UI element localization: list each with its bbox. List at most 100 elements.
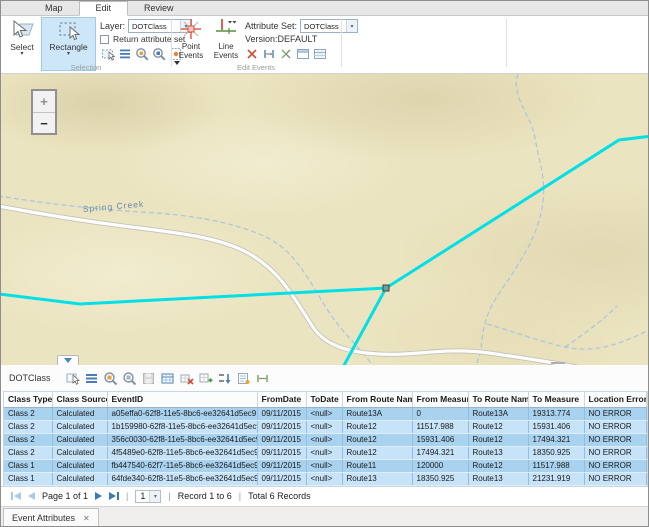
table-cell[interactable]: 09/11/2015 (257, 472, 306, 485)
table-cell[interactable]: Route13 (468, 446, 528, 459)
tab-map[interactable]: Map (29, 1, 79, 15)
first-page-button[interactable] (11, 492, 21, 500)
measure-range-icon[interactable] (262, 47, 276, 61)
reassign-route-icon[interactable] (279, 47, 293, 61)
table-cell[interactable]: Calculated (52, 472, 107, 485)
table-cell[interactable]: Route13 (342, 472, 412, 485)
table-cell[interactable]: 4f5489e0-62f8-11e5-8bc6-ee32641d5ec9 (107, 446, 257, 459)
table-cell[interactable]: Route13 (468, 472, 528, 485)
data-grid-icon[interactable] (160, 371, 175, 386)
table-cell[interactable]: 09/11/2015 (257, 420, 306, 433)
table-cell[interactable]: Route13A (468, 407, 528, 420)
map-canvas[interactable]: Spring Creek + − (1, 74, 648, 365)
table-cell[interactable]: Route12 (342, 433, 412, 446)
table-cell[interactable]: 15931.406 (528, 420, 584, 433)
table-cell[interactable]: 0 (412, 407, 468, 420)
tab-edit[interactable]: Edit (79, 1, 129, 16)
table-cell[interactable]: Route12 (468, 433, 528, 446)
table-cell[interactable]: <null> (306, 459, 342, 472)
close-icon[interactable]: ✕ (83, 514, 90, 523)
table-cell[interactable]: Route11 (342, 459, 412, 472)
table-cell[interactable]: Calculated (52, 420, 107, 433)
event-attributes-tab[interactable]: Event Attributes ✕ (3, 508, 99, 527)
table-cell[interactable]: Route12 (468, 420, 528, 433)
table-cell[interactable]: <null> (306, 433, 342, 446)
table-cell[interactable]: Route12 (342, 446, 412, 459)
column-header-eventid[interactable]: EventID (107, 392, 257, 407)
table-cell[interactable]: 19313.774 (528, 407, 584, 420)
table-cell[interactable]: NO ERROR (584, 459, 647, 472)
zoom-to-selected-icon[interactable] (135, 47, 149, 61)
attribute-set-dropdown-arrow-icon[interactable]: ▾ (346, 20, 357, 32)
table-cell[interactable]: 356c0030-62f8-11e5-8bc6-ee32641d5ec9 (107, 433, 257, 446)
clear-selection-grid-icon[interactable] (179, 371, 194, 386)
column-header-fromdate[interactable]: FromDate (257, 392, 306, 407)
table-cell[interactable]: 1b159980-62f8-11e5-8bc6-ee32641d5ec9 (107, 420, 257, 433)
table-row[interactable]: Class 2Calculated356c0030-62f8-11e5-8bc6… (4, 433, 647, 446)
table-cell[interactable]: 17494.321 (528, 433, 584, 446)
table-cell[interactable]: Route12 (468, 459, 528, 472)
column-header-from-measure[interactable]: From Measure (412, 392, 468, 407)
table-cell[interactable]: NO ERROR (584, 433, 647, 446)
table-cell[interactable]: NO ERROR (584, 407, 647, 420)
table-cell[interactable]: NO ERROR (584, 420, 647, 433)
table-cell[interactable]: Class 2 (4, 420, 52, 433)
table-cell[interactable]: 09/11/2015 (257, 459, 306, 472)
table-row[interactable]: Class 2Calculated1b159980-62f8-11e5-8bc6… (4, 420, 647, 433)
column-header-to-route-name[interactable]: To Route Name (468, 392, 528, 407)
attribute-set-dropdown[interactable]: DOTClass ▾ (300, 19, 358, 33)
table-cell[interactable]: 11517.988 (528, 459, 584, 472)
table-row[interactable]: Class 2Calculateda05effa0-62f8-11e5-8bc6… (4, 407, 647, 420)
table-cell[interactable]: NO ERROR (584, 472, 647, 485)
table-cell[interactable]: Class 2 (4, 433, 52, 446)
attribute-form-icon[interactable] (236, 371, 251, 386)
table-cell[interactable]: 09/11/2015 (257, 407, 306, 420)
column-header-class-type[interactable]: Class Type (4, 392, 52, 407)
table-cell[interactable]: <null> (306, 420, 342, 433)
options-menu-icon[interactable] (84, 371, 99, 386)
table-cell[interactable]: <null> (306, 472, 342, 485)
rectangle-dropdown-caret[interactable]: ▾ (42, 52, 95, 56)
table-row[interactable]: Class 1Calculatedfb447540-62f7-11e5-8bc6… (4, 459, 647, 472)
table-cell[interactable]: Calculated (52, 407, 107, 420)
table-cell[interactable]: Class 1 (4, 472, 52, 485)
table-cell[interactable]: 11517.988 (412, 420, 468, 433)
table-cell[interactable]: 18350.925 (412, 472, 468, 485)
table-cell[interactable]: 17494.321 (412, 446, 468, 459)
table-row[interactable]: Class 1Calculated64fde340-62f8-11e5-8bc6… (4, 472, 647, 485)
selection-options-menu-icon[interactable] (118, 47, 132, 61)
table-cell[interactable]: Calculated (52, 446, 107, 459)
add-record-icon[interactable] (198, 371, 213, 386)
panel-collapse-tab[interactable] (57, 355, 79, 365)
table-cell[interactable]: fb447540-62f7-11e5-8bc6-ee32641d5ec9 (107, 459, 257, 472)
select-dropdown-caret[interactable]: ▾ (5, 52, 39, 56)
previous-page-button[interactable] (28, 492, 35, 500)
route-junction-marker[interactable] (383, 285, 389, 291)
next-page-button[interactable] (95, 492, 102, 500)
table-cell[interactable]: 64fde340-62f8-11e5-8bc6-ee32641d5ec9 (107, 472, 257, 485)
column-header-location-error[interactable]: Location Error (584, 392, 647, 407)
table-cell[interactable]: Calculated (52, 433, 107, 446)
table-cell[interactable]: a05effa0-62f8-11e5-8bc6-ee32641d5ec9 (107, 407, 257, 420)
page-select-arrow-icon[interactable]: ▾ (149, 491, 160, 502)
sort-icon[interactable] (217, 371, 232, 386)
table-cell[interactable]: Class 2 (4, 446, 52, 459)
table-row[interactable]: Class 2Calculated4f5489e0-62f8-11e5-8bc6… (4, 446, 647, 459)
return-attribute-set-checkbox[interactable] (100, 35, 109, 44)
select-by-rectangle-icon[interactable] (101, 47, 115, 61)
table-cell[interactable]: NO ERROR (584, 446, 647, 459)
table-cell[interactable]: 18350.925 (528, 446, 584, 459)
measure-icon[interactable] (255, 371, 270, 386)
select-region-icon[interactable] (65, 371, 80, 386)
save-icon[interactable] (141, 371, 156, 386)
zoom-to-selection-icon[interactable] (103, 371, 118, 386)
table-cell[interactable]: Route12 (342, 420, 412, 433)
event-grid-icon[interactable] (313, 47, 327, 61)
page-select[interactable]: 1 ▾ (135, 490, 161, 503)
last-page-button[interactable] (109, 492, 119, 500)
column-header-todate[interactable]: ToDate (306, 392, 342, 407)
column-header-from-route-name[interactable]: From Route Name (342, 392, 412, 407)
table-cell[interactable]: 120000 (412, 459, 468, 472)
column-header-class-source[interactable]: Class Source (52, 392, 107, 407)
table-cell[interactable]: Class 2 (4, 407, 52, 420)
